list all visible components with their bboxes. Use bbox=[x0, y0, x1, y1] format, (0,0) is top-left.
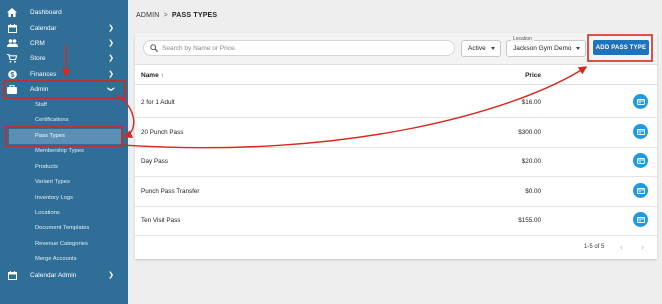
dropdown-arrow-icon bbox=[576, 47, 580, 50]
next-page-icon[interactable]: › bbox=[641, 242, 644, 252]
briefcase-icon bbox=[6, 84, 18, 94]
column-header-name-label: Name bbox=[141, 72, 159, 79]
pass-name: 2 for 1 Adult bbox=[141, 99, 175, 106]
sidebar-subitem-products[interactable]: Products bbox=[35, 164, 58, 170]
pass-price: $20.00 bbox=[521, 158, 541, 165]
pass-name: 20 Punch Pass bbox=[141, 129, 184, 136]
sidebar-item-store[interactable]: Store ❯ bbox=[6, 51, 122, 65]
table-footer: 1-5 of 5 ‹ › bbox=[135, 236, 657, 259]
prev-page-icon[interactable]: ‹ bbox=[620, 242, 623, 252]
sidebar-item-admin[interactable]: Admin ❯ bbox=[6, 82, 122, 96]
dollar-icon: $ bbox=[6, 69, 18, 79]
sidebar-item-dashboard[interactable]: Dashboard bbox=[6, 5, 122, 19]
edit-card-icon bbox=[636, 216, 645, 223]
chevron-right-icon: ❯ bbox=[108, 272, 114, 279]
sidebar-active-highlight bbox=[9, 129, 121, 144]
sidebar-subitem-variant-types[interactable]: Variant Types bbox=[35, 179, 70, 185]
home-icon bbox=[6, 7, 18, 17]
pass-price: $155.00 bbox=[518, 217, 541, 224]
status-select[interactable]: Active bbox=[461, 40, 501, 57]
table-row[interactable]: 20 Punch Pass $300.00 bbox=[135, 118, 657, 148]
sidebar-item-calendar-admin[interactable]: Calendar Admin ❯ bbox=[6, 268, 122, 282]
sidebar-subitem-staff[interactable]: Staff bbox=[35, 102, 47, 108]
pass-types-card: Active Location Jackson Gym Demo ADD PAS… bbox=[135, 33, 657, 259]
svg-text:$: $ bbox=[10, 72, 14, 79]
calendar-icon bbox=[6, 23, 18, 33]
edit-card-icon bbox=[636, 187, 645, 194]
location-label: Location bbox=[511, 36, 534, 42]
table-row[interactable]: 2 for 1 Adult $16.00 bbox=[135, 88, 657, 118]
pass-price: $16.00 bbox=[521, 99, 541, 106]
column-header-name[interactable]: Name ↑ bbox=[141, 72, 164, 79]
table-row[interactable]: Punch Pass Transfer $0.00 bbox=[135, 177, 657, 207]
edit-pass-button[interactable] bbox=[633, 183, 648, 198]
sidebar-item-label: Calendar Admin bbox=[30, 271, 77, 279]
sidebar-subitem-revenue-categories[interactable]: Revenue Categories bbox=[35, 241, 88, 247]
edit-pass-button[interactable] bbox=[633, 153, 648, 168]
sidebar-item-label: Admin bbox=[30, 85, 49, 93]
edit-pass-button[interactable] bbox=[633, 124, 648, 139]
sidebar-subitem-merge-accounts[interactable]: Merge Accounts bbox=[35, 256, 77, 262]
sidebar-item-label: Calendar bbox=[30, 24, 57, 32]
table-row[interactable]: Day Pass $20.00 bbox=[135, 147, 657, 177]
table-row[interactable]: Ten Visit Pass $155.00 bbox=[135, 206, 657, 236]
chevron-right-icon: ❯ bbox=[108, 40, 114, 47]
sidebar-item-crm[interactable]: CRM ❯ bbox=[6, 36, 122, 50]
breadcrumb: ADMIN > PASS TYPES bbox=[136, 12, 217, 19]
search-input[interactable] bbox=[162, 44, 442, 52]
people-icon bbox=[6, 39, 18, 47]
table-header: Name ↑ Price bbox=[135, 65, 657, 85]
edit-card-icon bbox=[636, 98, 645, 105]
sidebar-subitem-pass-types[interactable]: Pass Types bbox=[35, 133, 65, 139]
pagination-range: 1-5 of 5 bbox=[584, 244, 605, 250]
edit-card-icon bbox=[636, 157, 645, 164]
breadcrumb-parent[interactable]: ADMIN bbox=[136, 12, 160, 19]
location-select[interactable]: Location Jackson Gym Demo bbox=[506, 36, 586, 57]
pass-name: Day Pass bbox=[141, 158, 168, 165]
search-icon bbox=[150, 39, 159, 57]
sidebar-subitem-document-templates[interactable]: Document Templates bbox=[35, 225, 89, 231]
sidebar-subitem-inventory-logs[interactable]: Inventory Logs bbox=[35, 195, 73, 201]
pass-name: Punch Pass Transfer bbox=[141, 188, 200, 195]
sidebar-item-label: Finances bbox=[30, 70, 57, 78]
calendar-icon bbox=[6, 270, 18, 280]
sidebar-subitem-membership-types[interactable]: Membership Types bbox=[35, 148, 84, 154]
location-select-value: Jackson Gym Demo bbox=[513, 45, 572, 52]
sidebar-item-label: CRM bbox=[30, 39, 45, 47]
sidebar-item-finances[interactable]: $ Finances ❯ bbox=[6, 67, 122, 81]
edit-pass-button[interactable] bbox=[633, 94, 648, 109]
search-box[interactable] bbox=[143, 40, 455, 56]
chevron-right-icon: ❯ bbox=[108, 71, 114, 78]
sidebar-subitem-certifications[interactable]: Certifications bbox=[35, 117, 69, 123]
main-content: ADMIN>PASS TYPES Active Location Jackson… bbox=[128, 0, 662, 304]
edit-card-icon bbox=[636, 128, 645, 135]
sidebar-subitem-locations[interactable]: Locations bbox=[35, 210, 60, 216]
add-pass-type-button[interactable]: ADD PASS TYPE bbox=[593, 40, 649, 55]
pass-name: Ten Visit Pass bbox=[141, 217, 181, 224]
column-header-price[interactable]: Price bbox=[525, 72, 541, 79]
cart-icon bbox=[6, 53, 18, 63]
pass-price: $0.00 bbox=[525, 188, 541, 195]
status-select-value: Active bbox=[468, 45, 486, 52]
chevron-right-icon: ❯ bbox=[108, 55, 114, 62]
sort-ascending-icon: ↑ bbox=[160, 72, 164, 79]
pass-price: $300.00 bbox=[518, 129, 541, 136]
dropdown-arrow-icon bbox=[491, 47, 495, 50]
chevron-down-icon: ❯ bbox=[107, 86, 115, 92]
breadcrumb-separator: > bbox=[163, 12, 168, 19]
edit-pass-button[interactable] bbox=[633, 212, 648, 227]
chevron-right-icon: ❯ bbox=[108, 25, 114, 32]
sidebar-item-label: Store bbox=[30, 54, 46, 62]
sidebar: Dashboard Calendar ❯ CRM ❯ Store ❯ $ Fin… bbox=[0, 0, 128, 304]
toolbar: Active Location Jackson Gym Demo ADD PAS… bbox=[135, 33, 657, 65]
sidebar-item-label: Dashboard bbox=[30, 8, 62, 16]
sidebar-item-calendar[interactable]: Calendar ❯ bbox=[6, 21, 122, 35]
page-title: PASS TYPES bbox=[171, 12, 218, 19]
